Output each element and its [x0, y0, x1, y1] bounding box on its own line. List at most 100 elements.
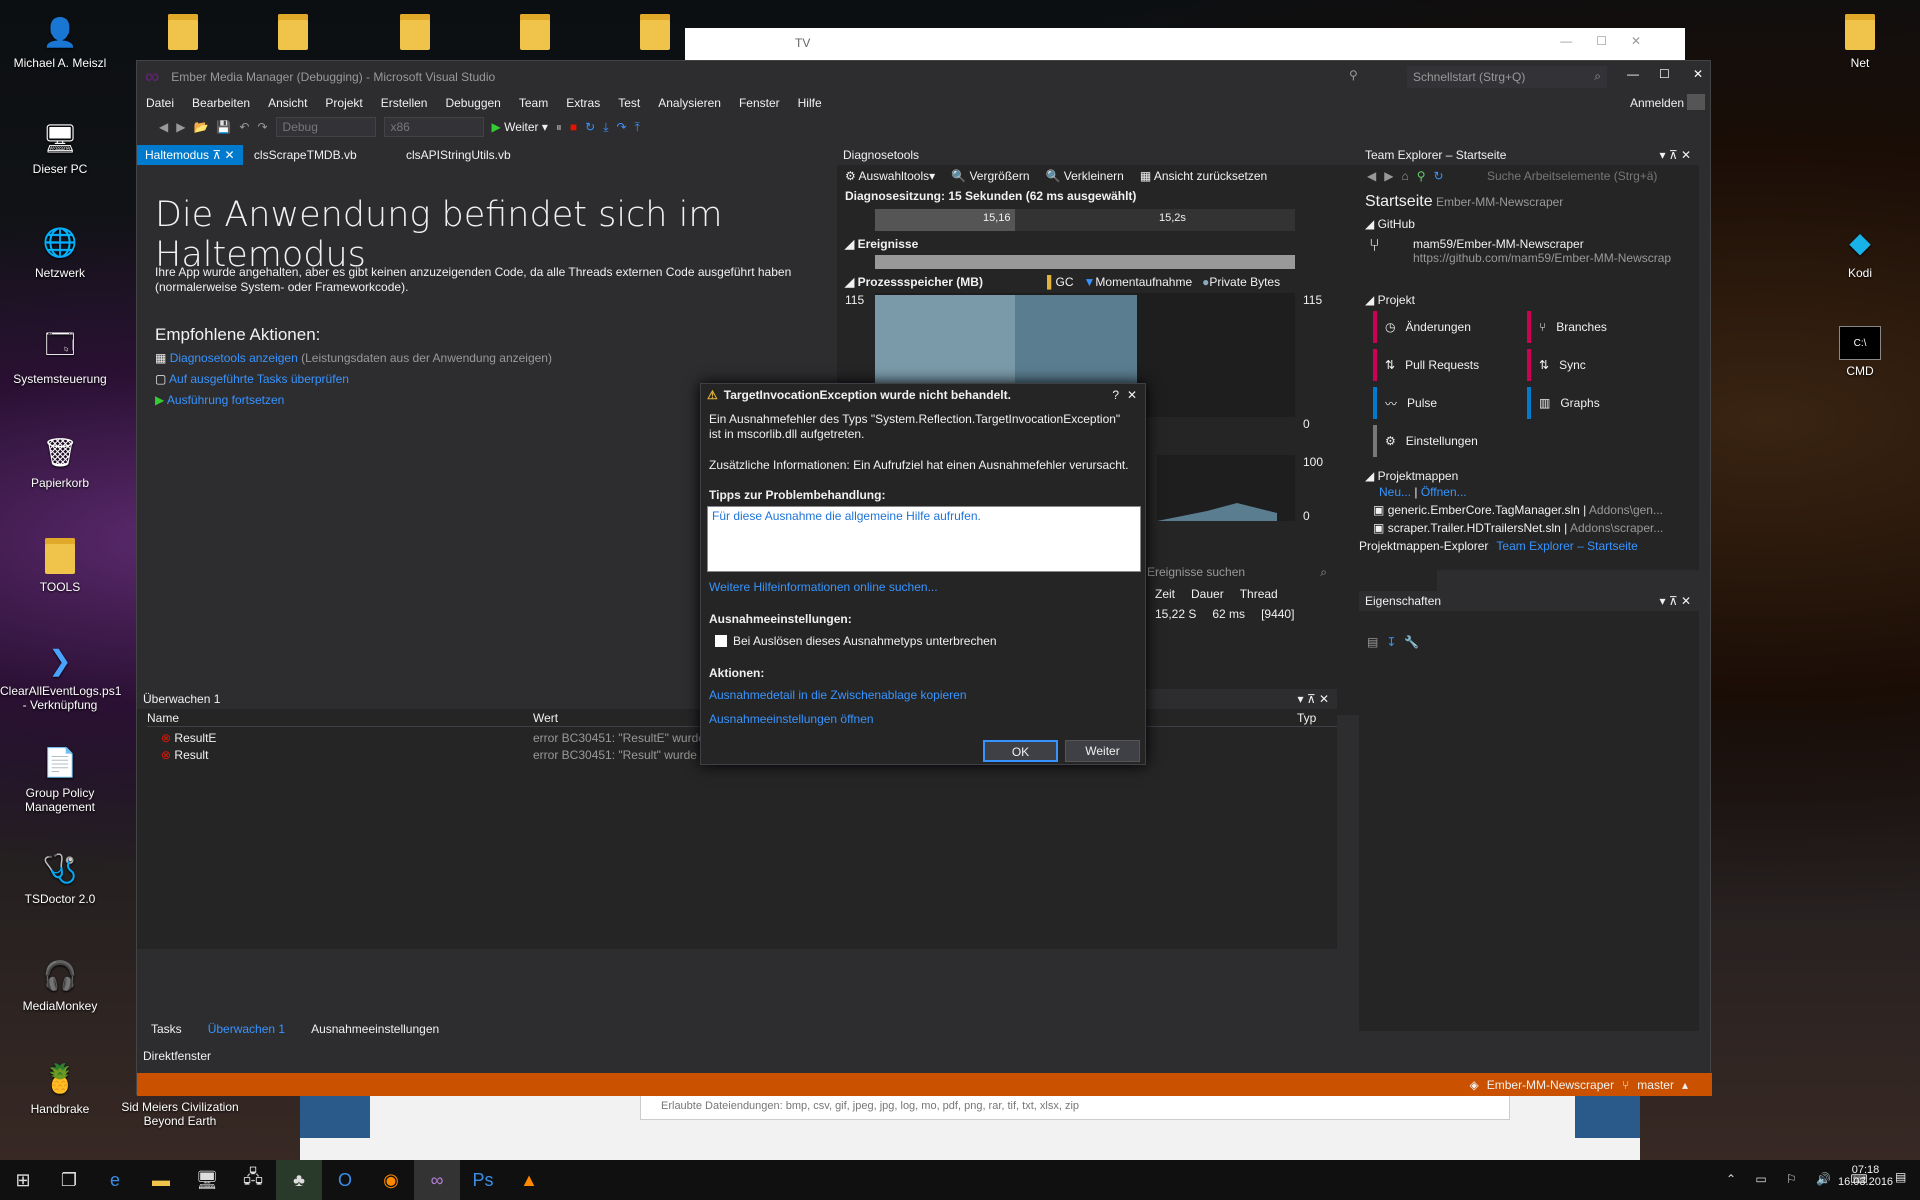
- solutions-section[interactable]: ◢ Projektmappen: [1365, 469, 1458, 483]
- sign-in-link[interactable]: Anmelden: [1621, 96, 1693, 110]
- restart-icon[interactable]: ↻: [585, 120, 595, 134]
- tab-tasks[interactable]: Tasks: [143, 1019, 190, 1039]
- desktop-icon-user[interactable]: 👤 Michael A. Meiszl: [10, 12, 110, 71]
- branches-button[interactable]: ⑂ Branches: [1527, 311, 1672, 343]
- photoshop-icon[interactable]: Ps: [460, 1160, 506, 1200]
- col-dauer[interactable]: Dauer: [1191, 587, 1224, 601]
- col-value[interactable]: Wert: [533, 711, 558, 725]
- events-table-row[interactable]: 15,22 S 62 ms [9440]: [1155, 607, 1294, 621]
- sync-button[interactable]: ⇅ Sync: [1527, 349, 1672, 381]
- minimize-button[interactable]: —: [1627, 67, 1639, 81]
- open-link[interactable]: Öffnen...: [1421, 485, 1467, 499]
- notification-icon[interactable]: ▤: [1895, 1170, 1906, 1184]
- folder-icon[interactable]: [520, 14, 550, 50]
- background-explorer-window[interactable]: TV —☐✕: [685, 28, 1685, 60]
- menu-bearbeiten[interactable]: Bearbeiten: [183, 96, 259, 110]
- solution-item[interactable]: ▣ scraper.Trailer.HDTrailersNet.sln | Ad…: [1373, 521, 1663, 535]
- diag-link[interactable]: Diagnosetools anzeigen: [170, 351, 298, 365]
- filter-icon[interactable]: ⚲: [1349, 68, 1358, 82]
- forward-icon[interactable]: ▶: [1384, 169, 1393, 183]
- status-repo[interactable]: Ember-MM-Newscraper: [1487, 1078, 1614, 1092]
- action-tasks[interactable]: ▢ Auf ausgeführte Tasks überprüfen: [155, 372, 349, 386]
- menu-fenster[interactable]: Fenster: [730, 96, 789, 110]
- maximize-button[interactable]: ☐: [1659, 67, 1670, 81]
- events-search[interactable]: Ereignisse suchen ⌕: [1147, 565, 1327, 583]
- desktop-icon-control-panel[interactable]: 🗔 Systemsteuerung: [10, 328, 110, 386]
- desktop-icon-this-pc[interactable]: 🖥 Dieser PC: [10, 118, 110, 177]
- folder-icon[interactable]: [168, 14, 198, 50]
- home-icon[interactable]: ⌂: [1401, 169, 1408, 183]
- back-icon[interactable]: ◀: [1367, 169, 1376, 183]
- account-icon[interactable]: [1687, 94, 1705, 110]
- pulse-button[interactable]: 〰 Pulse: [1373, 387, 1518, 419]
- break-checkbox-row[interactable]: Bei Auslösen dieses Ausnahmetyps unterbr…: [715, 634, 997, 648]
- col-type[interactable]: Typ: [1297, 711, 1316, 725]
- panel-controls[interactable]: ▾ ⊼ ✕: [1659, 148, 1691, 162]
- open-icon[interactable]: 📂: [193, 120, 208, 134]
- col-name[interactable]: Name: [147, 711, 179, 725]
- chevron-up-icon[interactable]: ▴: [1682, 1078, 1688, 1092]
- platform-select[interactable]: x86: [383, 117, 484, 137]
- firefox-icon[interactable]: ◉: [368, 1160, 414, 1200]
- menu-extras[interactable]: Extras: [557, 96, 609, 110]
- status-branch[interactable]: master: [1637, 1078, 1674, 1092]
- action-diagnose[interactable]: ▦ Diagnosetools anzeigen (Leistungsdaten…: [155, 351, 552, 365]
- desktop-icon-network[interactable]: 🌐 Netzwerk: [10, 222, 110, 281]
- watch-row[interactable]: ⊗ ResultE error BC30451: "ResultE" wurde: [161, 731, 705, 745]
- continue-link[interactable]: Ausführung fortsetzen: [167, 393, 284, 407]
- refresh-icon[interactable]: ↻: [1434, 169, 1444, 183]
- immediate-window-tab[interactable]: Direktfenster: [143, 1049, 211, 1063]
- save-icon[interactable]: 💾: [216, 120, 231, 134]
- alphabetical-icon[interactable]: ↧: [1386, 635, 1396, 649]
- tasks-link[interactable]: Auf ausgeführte Tasks überprüfen: [169, 372, 349, 386]
- window-controls[interactable]: —☐✕: [1560, 34, 1665, 48]
- watch-row[interactable]: ⊗ Result error BC30451: "Result" wurde n: [161, 748, 707, 762]
- task-view-icon[interactable]: ❐: [46, 1160, 92, 1200]
- tab-clsapistringutils[interactable]: clsAPIStringUtils.vb: [398, 145, 519, 165]
- close-icon[interactable]: ✕: [225, 148, 235, 162]
- pull-requests-button[interactable]: ⇅ Pull Requests: [1373, 349, 1518, 381]
- desktop-icon-gpm[interactable]: 📄 Group Policy Management: [10, 742, 110, 815]
- file-explorer-icon[interactable]: ▬: [138, 1160, 184, 1200]
- network-app-icon[interactable]: 🖧: [230, 1160, 276, 1200]
- more-help-link[interactable]: Weitere Hilfeinformationen online suchen…: [709, 580, 938, 594]
- pin-icon[interactable]: ⊼: [212, 148, 221, 162]
- menu-datei[interactable]: Datei: [137, 96, 183, 110]
- tab-watch[interactable]: Überwachen 1: [200, 1019, 293, 1039]
- break-checkbox[interactable]: [715, 635, 727, 647]
- edge-icon[interactable]: e: [92, 1160, 138, 1200]
- start-button[interactable]: ⊞: [0, 1160, 46, 1200]
- continue-dialog-button[interactable]: Weiter: [1065, 740, 1140, 762]
- clock[interactable]: 07:18 16.03.2016: [1838, 1164, 1893, 1188]
- tab-solution-explorer[interactable]: Projektmappen-Explorer: [1359, 539, 1488, 553]
- folder-icon[interactable]: [400, 14, 430, 50]
- wrench-icon[interactable]: 🔧: [1404, 635, 1419, 649]
- tab-exception-settings[interactable]: Ausnahmeeinstellungen: [303, 1019, 447, 1039]
- changes-button[interactable]: ◷ Änderungen: [1373, 311, 1518, 343]
- te-page[interactable]: Startseite Ember-MM-Newscraper: [1365, 193, 1563, 211]
- te-search[interactable]: Suche Arbeitselemente (Strg+ä): [1487, 169, 1692, 183]
- ember-icon[interactable]: ▲: [506, 1160, 552, 1200]
- redo-icon[interactable]: ↷: [257, 120, 267, 134]
- rdp-icon[interactable]: 🖥: [184, 1160, 230, 1200]
- desktop-icon-recycle-bin[interactable]: 🗑 Papierkorb: [10, 432, 110, 491]
- tab-team-explorer[interactable]: Team Explorer – Startseite: [1496, 539, 1637, 553]
- open-settings-link[interactable]: Ausnahmeeinstellungen öffnen: [709, 712, 874, 726]
- desktop-icon-handbrake[interactable]: 🍍 Handbrake: [10, 1058, 110, 1117]
- connect-icon[interactable]: ⚲: [1417, 169, 1426, 183]
- step-into-icon[interactable]: ⤓: [603, 120, 608, 135]
- menu-debuggen[interactable]: Debuggen: [436, 96, 509, 110]
- app-icon[interactable]: ♣: [276, 1160, 322, 1200]
- menu-hilfe[interactable]: Hilfe: [789, 96, 831, 110]
- selection-tools-button[interactable]: ⚙ Auswahltools▾: [845, 169, 935, 183]
- ok-button[interactable]: OK: [983, 740, 1058, 762]
- folder-icon[interactable]: [278, 14, 308, 50]
- solution-item[interactable]: ▣ generic.EmberCore.TagManager.sln | Add…: [1373, 503, 1663, 517]
- continue-button[interactable]: ▶ Weiter ▾: [492, 120, 548, 134]
- projekt-section[interactable]: ◢ Projekt: [1365, 293, 1415, 307]
- action-continue[interactable]: ▶ Ausführung fortsetzen: [155, 393, 284, 407]
- timeline-ruler[interactable]: 15,16 15,2s: [875, 209, 1295, 231]
- desktop-icon-tools[interactable]: TOOLS: [10, 536, 110, 594]
- close-icon[interactable]: ✕: [1127, 388, 1137, 402]
- step-out-icon[interactable]: ⤒: [635, 120, 640, 135]
